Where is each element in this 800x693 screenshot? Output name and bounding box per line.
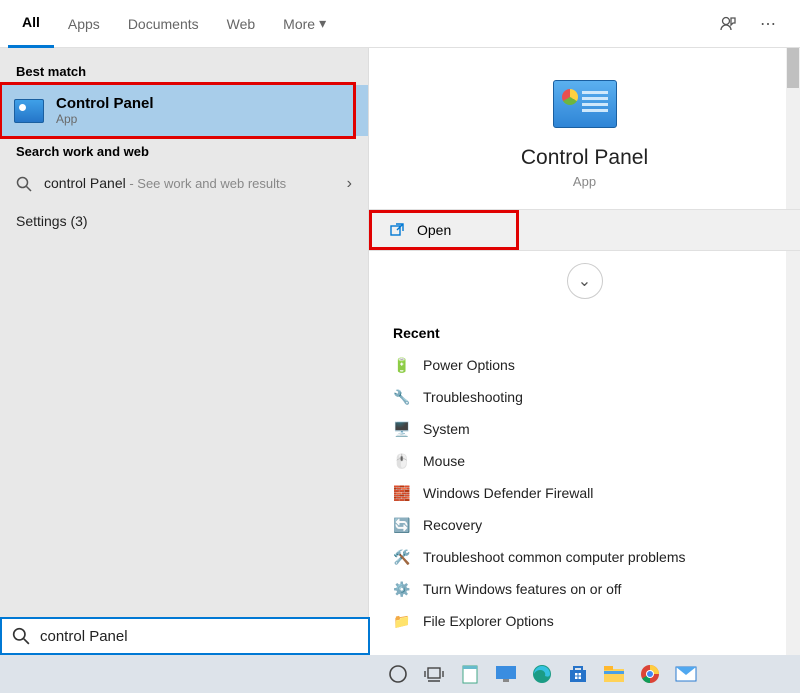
web-hint-text: - See work and web results bbox=[126, 176, 286, 191]
explorer-icon[interactable] bbox=[597, 657, 631, 691]
filter-tabs: All Apps Documents Web More▾ ⋯ bbox=[0, 0, 800, 48]
best-match-label: Best match bbox=[0, 56, 368, 85]
result-title: Control Panel bbox=[56, 95, 154, 112]
tab-documents[interactable]: Documents bbox=[114, 0, 213, 48]
store-icon[interactable] bbox=[561, 657, 595, 691]
recent-item-label: File Explorer Options bbox=[423, 613, 554, 629]
chevron-right-icon: › bbox=[347, 175, 352, 193]
chevron-down-icon: ▾ bbox=[319, 15, 326, 32]
recent-item[interactable]: 🖥️ System bbox=[389, 413, 780, 445]
search-input[interactable] bbox=[40, 628, 358, 645]
edge-icon[interactable] bbox=[525, 657, 559, 691]
recent-item-label: Mouse bbox=[423, 453, 465, 469]
feedback-icon[interactable] bbox=[712, 8, 744, 40]
tab-all[interactable]: All bbox=[8, 0, 54, 48]
recent-item[interactable]: 🔋 Power Options bbox=[389, 349, 780, 381]
preview-app-icon bbox=[553, 80, 617, 128]
cortana-icon[interactable] bbox=[381, 657, 415, 691]
recent-item-label: Troubleshooting bbox=[423, 389, 523, 405]
recent-item-label: System bbox=[423, 421, 470, 437]
recent-item-icon: 📁 bbox=[393, 612, 411, 630]
search-icon bbox=[12, 627, 30, 645]
tab-web[interactable]: Web bbox=[213, 0, 270, 48]
recent-item-label: Turn Windows features on or off bbox=[423, 581, 621, 597]
recent-item-icon: 🔄 bbox=[393, 516, 411, 534]
recent-item[interactable]: 🔧 Troubleshooting bbox=[389, 381, 780, 413]
recent-item-icon: 🛠️ bbox=[393, 548, 411, 566]
open-label: Open bbox=[417, 222, 451, 238]
web-query-text: control Panel bbox=[44, 175, 126, 191]
recent-item[interactable]: 🧱 Windows Defender Firewall bbox=[389, 477, 780, 509]
settings-section[interactable]: Settings (3) bbox=[0, 203, 368, 239]
preview-type: App bbox=[369, 174, 800, 189]
notepad-icon[interactable] bbox=[453, 657, 487, 691]
recent-label: Recent bbox=[389, 317, 780, 349]
recent-item[interactable]: 📁 File Explorer Options bbox=[389, 605, 780, 637]
preview-title: Control Panel bbox=[369, 146, 800, 170]
desktop-icon[interactable] bbox=[489, 657, 523, 691]
recent-item-icon: 🔋 bbox=[393, 356, 411, 374]
chrome-icon[interactable] bbox=[633, 657, 667, 691]
best-match-result[interactable]: Control Panel App bbox=[0, 85, 368, 136]
mail-icon[interactable] bbox=[669, 657, 703, 691]
recent-item-icon: ⚙️ bbox=[393, 580, 411, 598]
search-web-label: Search work and web bbox=[0, 136, 368, 165]
recent-item[interactable]: 🖱️ Mouse bbox=[389, 445, 780, 477]
search-box[interactable] bbox=[0, 617, 370, 655]
web-search-result[interactable]: control Panel - See work and web results… bbox=[0, 165, 368, 203]
scrollbar[interactable] bbox=[786, 48, 800, 655]
tab-more[interactable]: More▾ bbox=[269, 0, 340, 48]
recent-item-icon: 🖥️ bbox=[393, 420, 411, 438]
recent-item-icon: 🧱 bbox=[393, 484, 411, 502]
open-icon bbox=[389, 222, 405, 238]
open-action[interactable]: Open bbox=[369, 209, 800, 251]
recent-item-label: Recovery bbox=[423, 517, 482, 533]
more-options-icon[interactable]: ⋯ bbox=[752, 8, 784, 40]
recent-item[interactable]: 🛠️ Troubleshoot common computer problems bbox=[389, 541, 780, 573]
preview-pane: Control Panel App Open ⌄ Recent 🔋 Power O… bbox=[368, 48, 800, 655]
recent-item[interactable]: 🔄 Recovery bbox=[389, 509, 780, 541]
search-icon bbox=[16, 176, 34, 192]
taskview-icon[interactable] bbox=[417, 657, 451, 691]
tab-apps[interactable]: Apps bbox=[54, 0, 114, 48]
recent-item-icon: 🔧 bbox=[393, 388, 411, 406]
result-subtitle: App bbox=[56, 112, 154, 126]
recent-item-label: Troubleshoot common computer problems bbox=[423, 549, 686, 565]
recent-item-label: Windows Defender Firewall bbox=[423, 485, 593, 501]
expand-button[interactable]: ⌄ bbox=[567, 263, 603, 299]
taskbar bbox=[0, 655, 800, 693]
recent-item-label: Power Options bbox=[423, 357, 515, 373]
recent-item-icon: 🖱️ bbox=[393, 452, 411, 470]
control-panel-icon bbox=[14, 96, 44, 126]
recent-item[interactable]: ⚙️ Turn Windows features on or off bbox=[389, 573, 780, 605]
results-pane: Best match Control Panel App Search work… bbox=[0, 48, 368, 655]
